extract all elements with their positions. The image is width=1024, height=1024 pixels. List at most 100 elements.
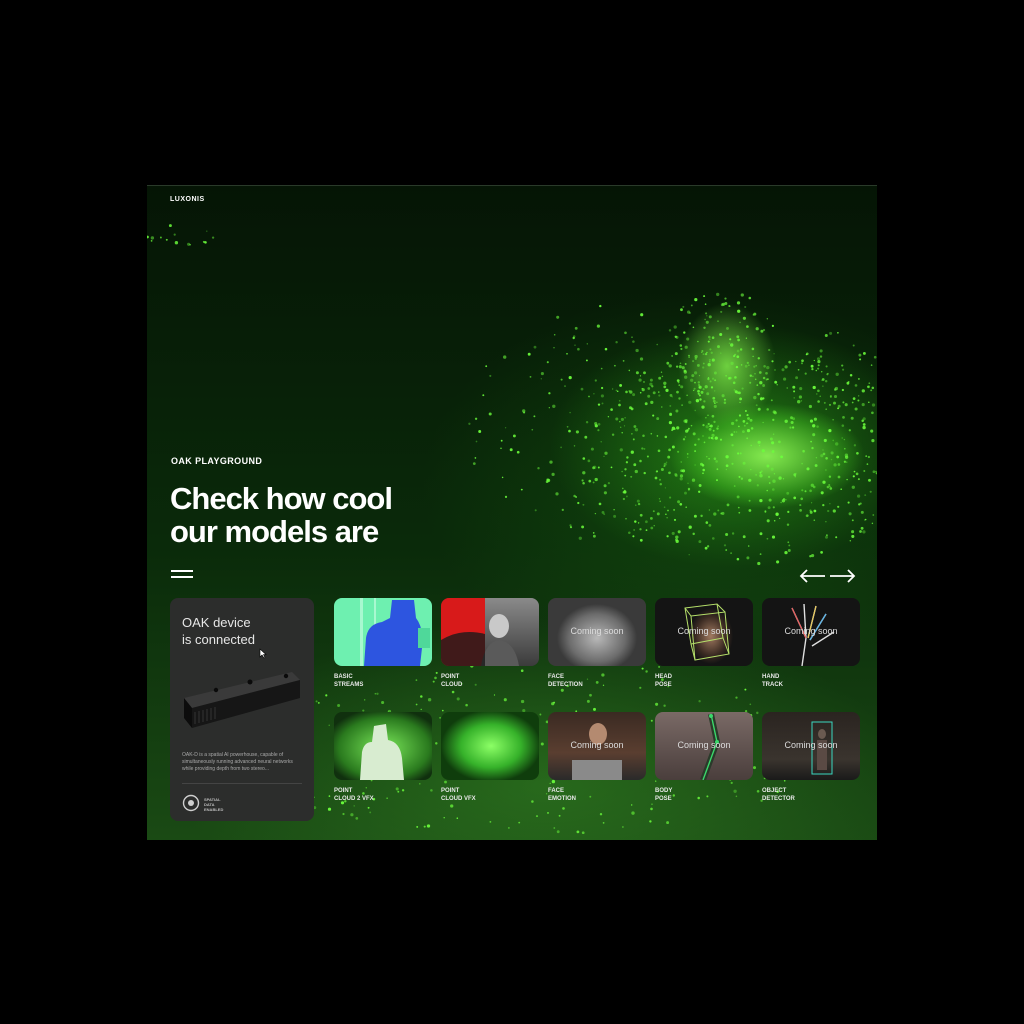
tile-thumbnail [441, 598, 539, 666]
particle [637, 502, 641, 506]
particle [771, 535, 776, 539]
particle [500, 439, 503, 442]
particle [811, 554, 815, 558]
particle [767, 506, 771, 510]
particle [649, 378, 653, 382]
particle [766, 408, 769, 411]
particle [736, 335, 740, 339]
particle [658, 478, 662, 481]
particle [858, 353, 862, 357]
particle [707, 340, 710, 343]
particle [842, 368, 845, 371]
arrow-right-icon[interactable] [829, 569, 856, 583]
particle [618, 399, 621, 402]
model-tile-basic-streams[interactable]: BASIC STREAMS [334, 598, 432, 689]
spatial-data-badge-text: SPATIAL DATA ENABLED [204, 797, 244, 812]
particle [726, 326, 729, 330]
particle [793, 390, 796, 393]
model-tile-point-cloud-2-vfx[interactable]: POINT CLOUD 2 VFX [334, 712, 432, 803]
particle [656, 343, 658, 346]
tile-label: HEAD POSE [655, 674, 673, 688]
particle [704, 546, 708, 550]
particle [813, 359, 815, 362]
particle [533, 415, 536, 418]
model-tile-object-detector[interactable]: Coming soon OBJECT DETECTOR [762, 712, 860, 803]
model-tile-face-detection[interactable]: Coming soon FACE DETECTION [548, 598, 646, 689]
particle [621, 470, 623, 473]
device-status-card[interactable]: OAK device is connected OAK-D is a spati… [170, 598, 314, 821]
brand-logo[interactable]: LUXONIS [170, 196, 205, 203]
particle [717, 345, 720, 349]
particle [800, 400, 803, 402]
app-frame: LUXONIS OAK PLAYGROUND Check how cool ou… [147, 185, 877, 840]
particle [765, 378, 768, 381]
particle [671, 396, 673, 398]
particle [585, 421, 589, 424]
particle [602, 822, 605, 824]
particle [763, 365, 766, 368]
particle [680, 385, 684, 389]
particle [697, 381, 701, 384]
particle [594, 512, 597, 515]
particle [729, 338, 732, 341]
particle [632, 535, 635, 538]
particle [631, 336, 633, 338]
particle [468, 422, 471, 425]
particle [728, 377, 731, 380]
particle [742, 535, 746, 539]
particle [762, 384, 766, 387]
particle [640, 313, 644, 317]
particle [766, 489, 768, 492]
particle [547, 811, 549, 814]
particle [597, 429, 600, 432]
particle [736, 557, 740, 561]
particle [558, 814, 561, 817]
particle [688, 354, 690, 357]
particle [703, 400, 706, 403]
carousel-arrows [799, 569, 856, 583]
particle [603, 484, 607, 488]
particle [862, 423, 866, 426]
particle [423, 825, 426, 828]
particle [776, 383, 778, 386]
hamburger-icon[interactable] [171, 569, 193, 579]
model-tile-point-cloud[interactable]: POINT CLOUD [441, 598, 539, 689]
particle [663, 704, 666, 707]
arrow-left-icon[interactable] [799, 569, 826, 583]
model-tile-head-pose[interactable]: Coming soon HEAD POSE [655, 598, 753, 689]
particle [707, 422, 710, 426]
particle [750, 427, 754, 430]
particle [603, 491, 607, 495]
particle [639, 375, 642, 377]
coming-soon-label: Coming soon [677, 740, 731, 750]
particle [746, 428, 751, 433]
particle [709, 424, 713, 428]
particle [690, 304, 693, 307]
particle [624, 489, 626, 491]
particle [534, 509, 537, 512]
particle [663, 462, 667, 466]
particle [668, 471, 671, 475]
model-tile-hand-track[interactable]: Coming soon HAND TRACK [762, 598, 860, 689]
model-tile-body-pose[interactable]: Coming soon BODY POSE [655, 712, 753, 803]
particle [637, 522, 640, 524]
particle [503, 698, 507, 702]
particle [682, 305, 685, 308]
particle [650, 807, 653, 811]
particle [748, 509, 752, 512]
particle [540, 742, 544, 746]
particle [615, 340, 618, 344]
particle [742, 461, 746, 465]
particle [432, 680, 435, 683]
particle [633, 425, 637, 428]
model-tile-face-emotion[interactable]: Coming soon FACE EMOTION [548, 712, 646, 803]
model-tile-point-cloud-vfx[interactable]: POINT CLOUD VFX [441, 712, 539, 803]
particle [582, 471, 586, 475]
particle [813, 519, 816, 521]
particle [841, 364, 844, 367]
particle [738, 414, 742, 417]
particle [835, 442, 839, 446]
particle [607, 481, 611, 485]
particle [577, 501, 580, 505]
particle [600, 394, 604, 398]
